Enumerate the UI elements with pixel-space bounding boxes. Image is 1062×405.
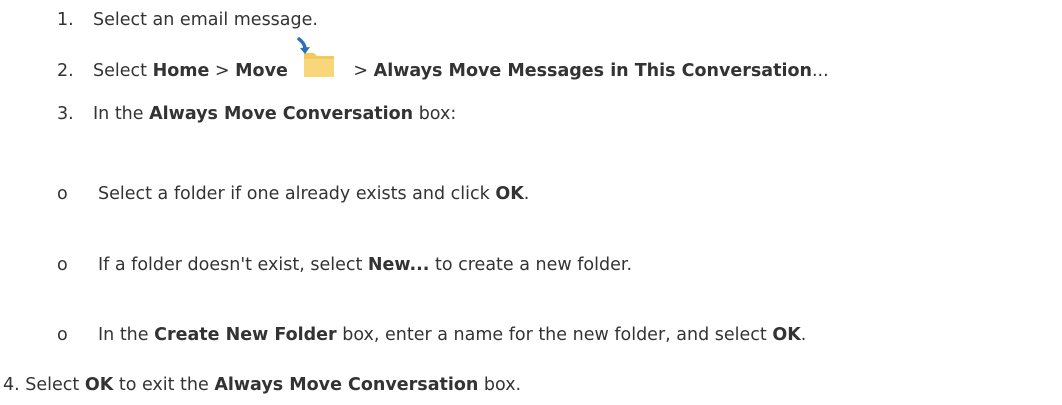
move-label: Move [235, 61, 288, 81]
bullet: o [57, 255, 68, 275]
sub-step-text: to create a new folder. [429, 255, 633, 275]
step-1: 1. Select an email message. [57, 9, 318, 31]
step-4: 4. Select OK to exit the Always Move Con… [3, 374, 521, 396]
step-text: Select an email message. [93, 10, 318, 30]
step-text: In the [93, 104, 150, 124]
conversation-box-label: Always Move Conversation [149, 104, 414, 124]
step-text: Select [19, 375, 85, 395]
step-text: box: [413, 104, 457, 124]
create-folder-label: Create New Folder [154, 325, 337, 345]
sub-step-text: box, enter a name for the new folder, an… [336, 325, 773, 345]
sub-step-text: In the [98, 325, 155, 345]
step-2-text-end: > Always Move Messages in This Conversat… [347, 61, 829, 81]
ok-label: OK [495, 184, 524, 204]
separator: > [209, 61, 236, 81]
bullet: o [57, 184, 68, 204]
step-text: box. [478, 375, 522, 395]
step-number: 2. [57, 61, 74, 81]
separator: > [347, 61, 374, 81]
step-2-text: 2. Select Home > Move [57, 61, 288, 81]
always-move-label: Always Move Messages in This Conversatio… [373, 61, 812, 81]
sub-step-text: Select a folder if one already exists an… [98, 184, 496, 204]
move-folder-icon [290, 33, 342, 85]
step-2: 2. Select Home > Move > Always Move Messa… [57, 33, 829, 85]
step-text: Select [93, 61, 153, 81]
step-text: to exit the [113, 375, 215, 395]
sub-step-text: If a folder doesn't exist, select [98, 255, 368, 275]
step-number: 3. [57, 104, 74, 124]
new-label: New... [367, 255, 430, 275]
ok-label: OK [84, 375, 114, 395]
sub-step-select-folder: o Select a folder if one already exists a… [57, 183, 529, 205]
sub-step-create-folder: o In the Create New Folder box, enter a n… [57, 324, 806, 346]
step-number: 4. [3, 375, 20, 395]
home-label: Home [152, 61, 210, 81]
sub-step-text: . [800, 325, 807, 345]
sub-step-new-folder: o If a folder doesn't exist, select New..… [57, 254, 632, 276]
ellipsis: ... [811, 61, 829, 81]
sub-step-text: . [523, 184, 530, 204]
conversation-box-label: Always Move Conversation [214, 375, 479, 395]
bullet: o [57, 325, 68, 345]
step-3: 3. In the Always Move Conversation box: [57, 103, 456, 125]
step-number: 1. [57, 10, 74, 30]
ok-label: OK [772, 325, 801, 345]
